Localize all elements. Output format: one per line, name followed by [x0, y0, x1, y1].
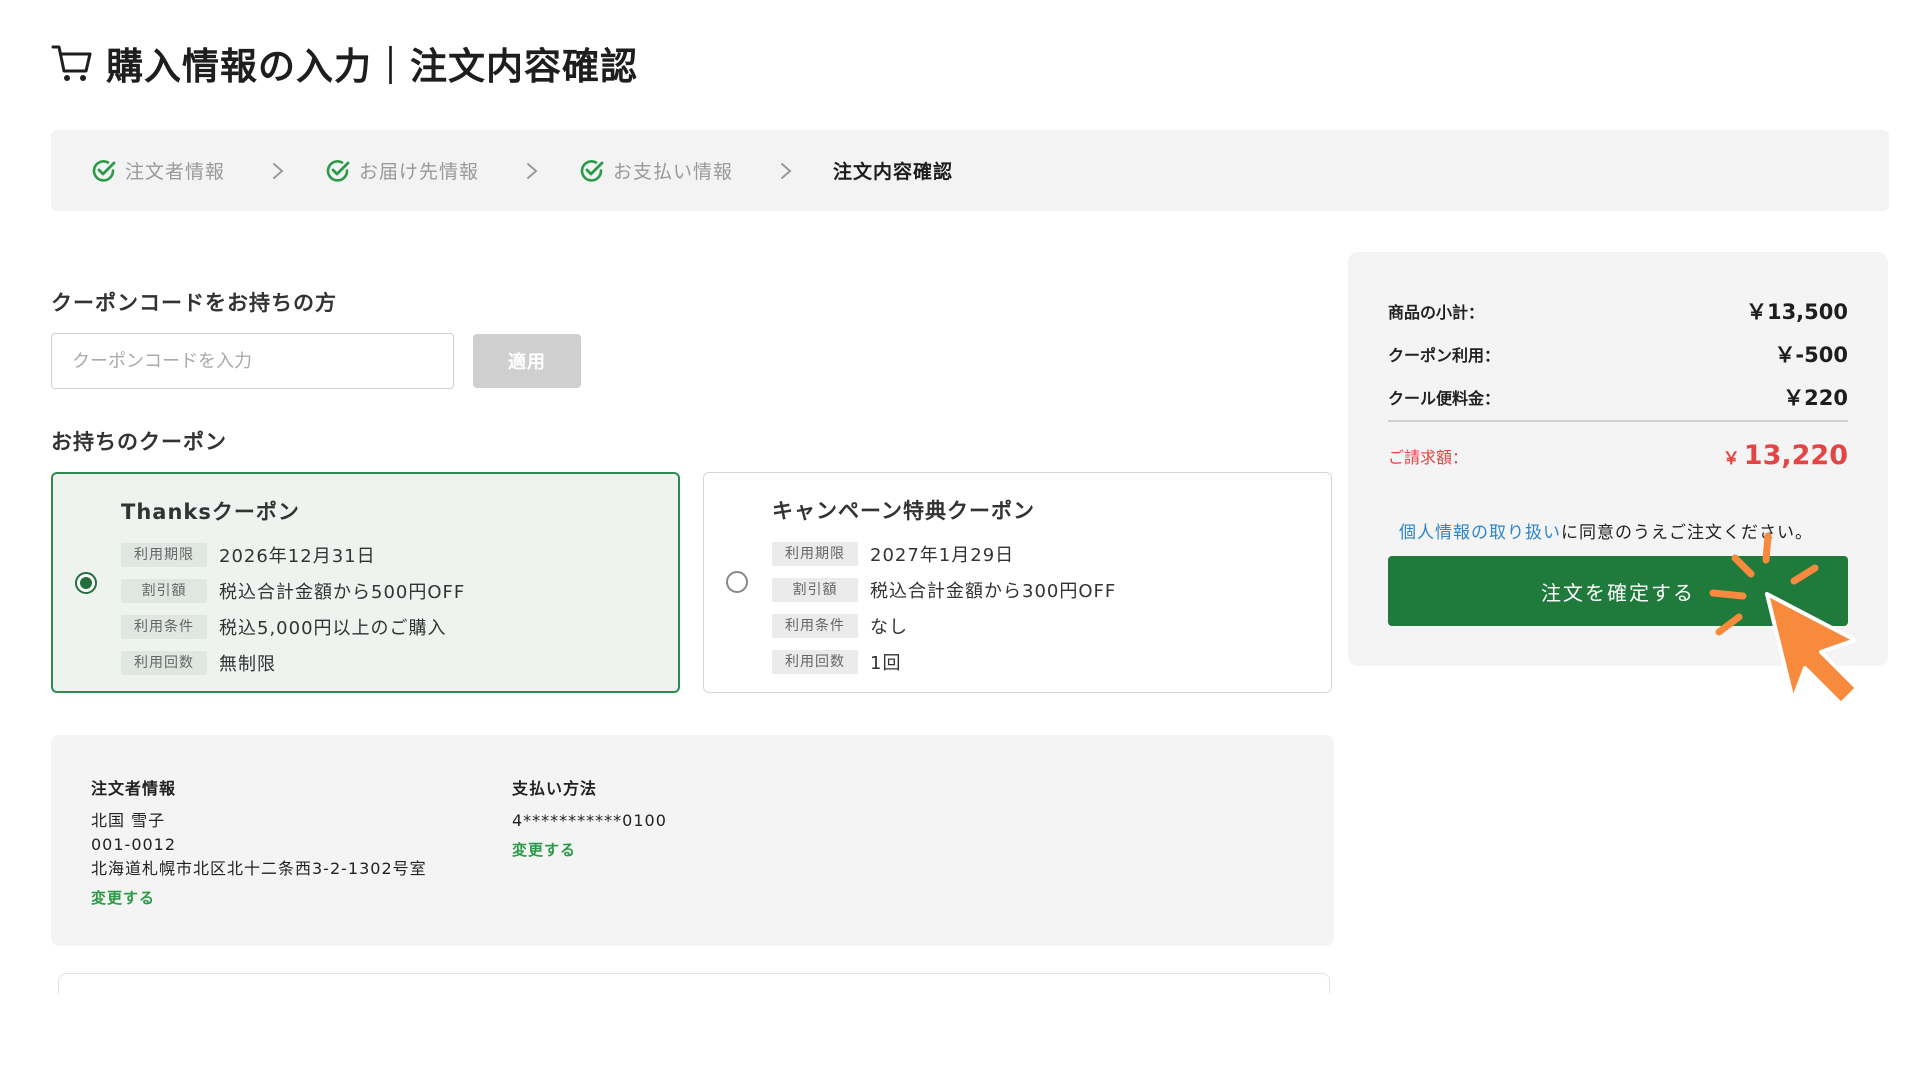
change-orderer-link[interactable]: 変更する: [91, 887, 155, 908]
coupon-name: Thanksクーポン: [121, 500, 300, 524]
coupon-row-discount: 割引額 税込合計金額から300円OFF: [772, 572, 1116, 608]
coupon-value: 税込合計金額から300円OFF: [870, 581, 1117, 602]
step-order-confirmation: 注文内容確認: [833, 157, 953, 184]
coupon-value: なし: [870, 617, 908, 638]
coupon-tag: 利用回数: [121, 651, 207, 675]
check-circle-icon: [580, 159, 604, 182]
payment-card-number: 4***********0100: [512, 811, 667, 830]
step-payment-info[interactable]: お支払い情報: [579, 157, 733, 184]
change-payment-link[interactable]: 変更する: [512, 839, 576, 860]
orderer-address: 北海道札幌市北区北十二条西3-2-1302号室: [91, 859, 427, 878]
cart-icon: [51, 45, 92, 81]
agreement-text: に同意のうえご注文ください。: [1561, 523, 1813, 543]
check-circle-icon: [326, 159, 350, 182]
coupon-tag: 利用条件: [121, 615, 207, 639]
coupon-tag: 割引額: [772, 578, 858, 602]
coupon-card-campaign[interactable]: キャンペーン特典クーポン 利用期限 2027年1月29日 割引額 税込合計金額か…: [703, 472, 1332, 693]
payment-heading: 支払い方法: [512, 779, 598, 798]
step-label: 注文内容確認: [833, 161, 954, 183]
coupon-card-thanks[interactable]: Thanksクーポン 利用期限 2026年12月31日 割引額 税込合計金額から…: [51, 472, 680, 693]
total-label: ご請求額：: [1388, 447, 1469, 467]
orderer-name: 北国 雪子: [91, 811, 166, 830]
step-delivery-info[interactable]: お届け先情報: [325, 157, 479, 184]
total-currency: ￥: [1722, 449, 1740, 469]
coupon-tag: 利用期限: [772, 542, 858, 566]
chevron-right-icon: [527, 162, 538, 179]
order-info-panel: 注文者情報 北国 雪子 001-0012 北海道札幌市北区北十二条西3-2-13…: [51, 735, 1334, 946]
coupon-discount-row: クーポン利用： ￥-500: [1388, 339, 1848, 369]
coupon-radio-unselected[interactable]: [726, 571, 748, 593]
coupon-row-expiry: 利用期限 2026年12月31日: [121, 537, 465, 573]
subtotal-row: 商品の小計： ￥13,500: [1388, 296, 1848, 326]
coupon-row-condition: 利用条件 なし: [772, 608, 1116, 644]
coupon-code-input[interactable]: [51, 333, 454, 389]
coupon-row-usage: 利用回数 1回: [772, 644, 1116, 680]
chevron-right-icon: [273, 162, 284, 179]
coupon-details: 利用期限 2026年12月31日 割引額 税込合計金額から500円OFF 利用条…: [121, 537, 465, 681]
coupon-discount-value: ￥-500: [1774, 343, 1848, 367]
coupon-code-heading: クーポンコードをお持ちの方: [51, 291, 337, 315]
coupon-row-discount: 割引額 税込合計金額から500円OFF: [121, 573, 465, 609]
coupon-value: 1回: [870, 653, 902, 674]
coupon-row-condition: 利用条件 税込5,000円以上のご購入: [121, 609, 465, 645]
subtotal-label: 商品の小計：: [1388, 303, 1485, 322]
step-label: 注文者情報: [125, 161, 226, 183]
order-summary-panel: 商品の小計： ￥13,500 クーポン利用： ￥-500 クール便料金： ￥22…: [1348, 252, 1888, 666]
orderer-postal-code: 001-0012: [91, 835, 177, 854]
total-amount: ￥ 13,220: [1723, 440, 1848, 471]
coupon-radio-selected[interactable]: [75, 572, 97, 594]
step-orderer-info[interactable]: 注文者情報: [91, 157, 225, 184]
coupon-details: 利用期限 2027年1月29日 割引額 税込合計金額から300円OFF 利用条件…: [772, 536, 1116, 680]
coupon-tag: 利用回数: [772, 650, 858, 674]
coupon-value: 2027年1月29日: [870, 545, 1015, 566]
total-row: ご請求額： ￥ 13,220: [1388, 440, 1848, 471]
cool-fee-label: クール便料金：: [1388, 389, 1501, 408]
cool-fee-row: クール便料金： ￥220: [1388, 382, 1848, 412]
total-value: 13,220: [1743, 440, 1848, 471]
privacy-agreement: 個人情報の取り扱いに同意のうえご注文ください。: [1399, 518, 1813, 543]
subtotal-value: ￥13,500: [1745, 300, 1848, 324]
confirm-order-button[interactable]: 注文を確定する: [1388, 556, 1848, 626]
apply-coupon-button[interactable]: 適用: [473, 334, 581, 388]
payment-info: 支払い方法 4***********0100 変更する: [512, 775, 667, 860]
step-label: お支払い情報: [613, 161, 734, 183]
coupon-tag: 利用条件: [772, 614, 858, 638]
coupon-value: 2026年12月31日: [219, 546, 376, 567]
next-section-edge: [58, 973, 1330, 994]
chevron-right-icon: [781, 162, 792, 179]
orderer-info: 注文者情報 北国 雪子 001-0012 北海道札幌市北区北十二条西3-2-13…: [91, 775, 427, 908]
coupon-row-usage: 利用回数 無制限: [121, 645, 465, 681]
page-title: 購入情報の入力｜注文内容確認: [106, 45, 638, 88]
coupon-discount-label: クーポン利用：: [1388, 346, 1501, 365]
page-header: 購入情報の入力｜注文内容確認: [50, 36, 638, 90]
coupon-tag: 割引額: [121, 579, 207, 603]
coupon-value: 税込合計金額から500円OFF: [219, 582, 466, 603]
step-label: お届け先情報: [359, 161, 480, 183]
privacy-policy-link[interactable]: 個人情報の取り扱い: [1399, 523, 1561, 543]
summary-divider: [1388, 420, 1848, 422]
orderer-heading: 注文者情報: [91, 779, 177, 798]
coupon-tag: 利用期限: [121, 543, 207, 567]
coupon-name: キャンペーン特典クーポン: [772, 499, 1035, 523]
owned-coupons-heading: お持ちのクーポン: [51, 430, 227, 454]
checkout-stepper: 注文者情報 お届け先情報 お支払い情報 注文内容確認: [51, 130, 1889, 211]
coupon-value: 無制限: [219, 654, 276, 675]
check-circle-icon: [92, 159, 116, 182]
coupon-row-expiry: 利用期限 2027年1月29日: [772, 536, 1116, 572]
coupon-value: 税込5,000円以上のご購入: [219, 618, 447, 639]
cool-fee-value: ￥220: [1783, 386, 1848, 410]
